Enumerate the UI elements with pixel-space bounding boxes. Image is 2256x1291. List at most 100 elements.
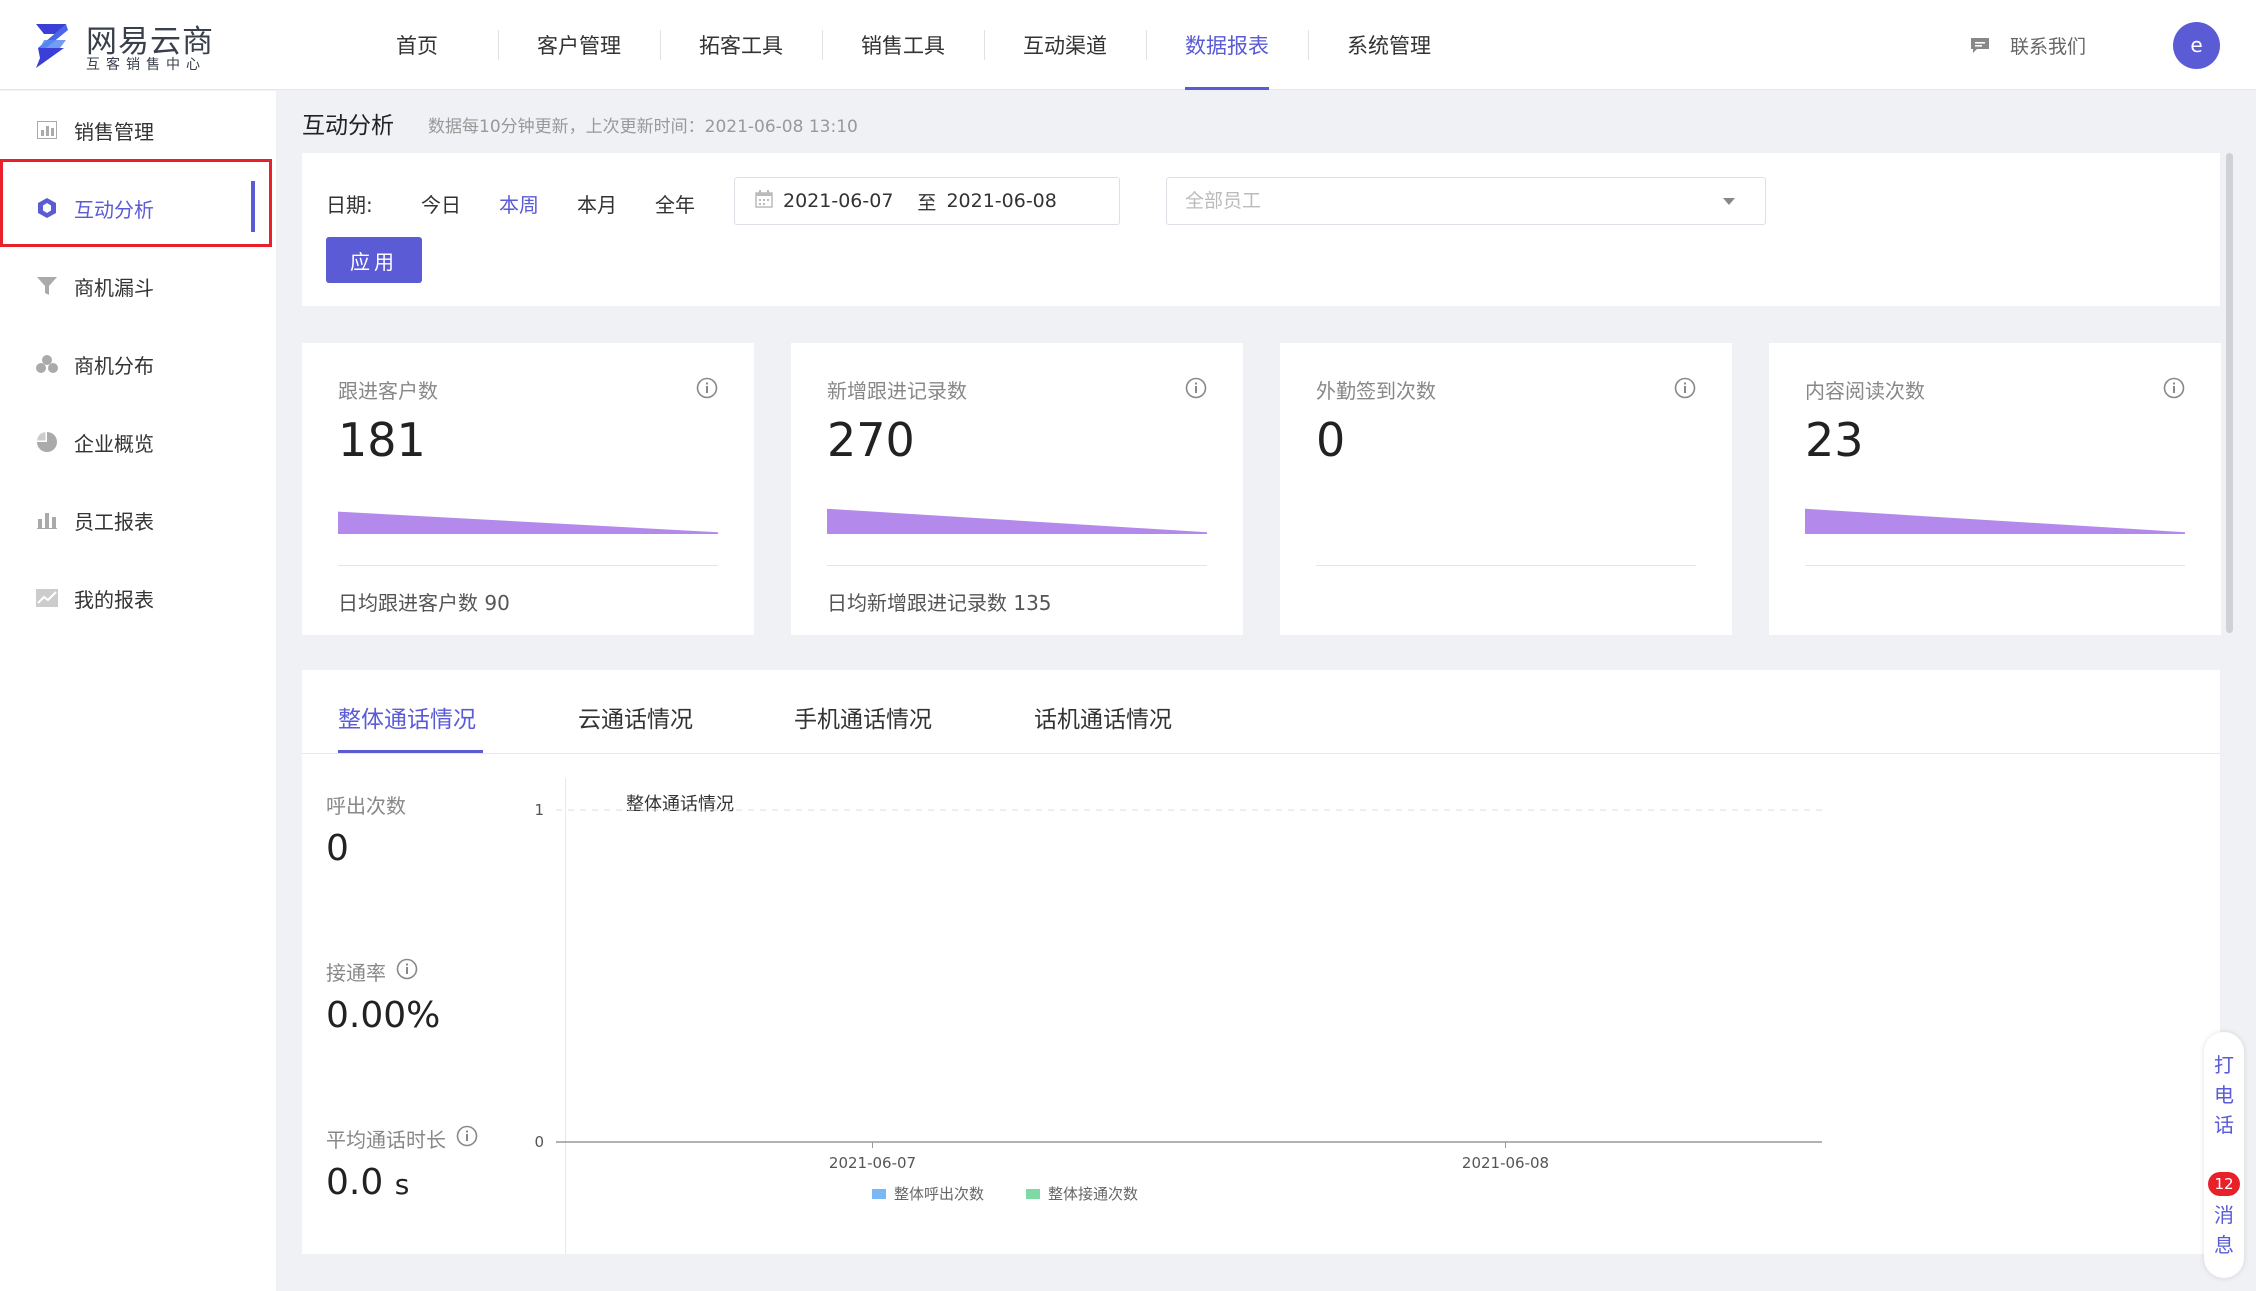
- chevron-down-icon: [1723, 198, 1735, 205]
- sparkline-area: [338, 511, 718, 534]
- legend-label[interactable]: 整体接通次数: [1048, 1185, 1138, 1203]
- call-action[interactable]: 打电话: [2204, 1050, 2244, 1140]
- legend-swatch[interactable]: [872, 1189, 886, 1199]
- cluster-icon: [36, 353, 58, 375]
- kpi-card-content-reads: 内容阅读次数 23: [1769, 343, 2221, 635]
- topnav-prospecting[interactable]: 拓客工具: [660, 0, 822, 90]
- chat-icon: [1970, 37, 1990, 54]
- label-char: 息: [2214, 1233, 2234, 1257]
- scrollbar-thumb[interactable]: [2226, 153, 2233, 633]
- sidebar-item-sales[interactable]: 销售管理: [0, 91, 276, 169]
- funnel-icon: [36, 275, 58, 297]
- sidebar: 销售管理 互动分析 商机漏斗 商机分布 企业概览 员工报表 我的报表: [0, 91, 276, 1291]
- y-tick-label: 0: [534, 1133, 544, 1151]
- kpi-sparkline: [827, 508, 1207, 534]
- sidebar-item-overview[interactable]: 企业概览: [0, 403, 276, 481]
- contact-us-label: 联系我们: [2010, 35, 2087, 58]
- topnav-reports[interactable]: 数据报表: [1146, 0, 1308, 90]
- sidebar-item-label: 企业概览: [74, 431, 154, 456]
- sidebar-item-label: 商机分布: [74, 353, 154, 378]
- sidebar-item-interaction[interactable]: 互动分析: [0, 182, 276, 234]
- kpi-value: 23: [1805, 413, 1864, 467]
- kpi-value: 270: [827, 413, 915, 467]
- kpi-footer: 日均新增跟进记录数 135: [827, 591, 1052, 615]
- y-tick-label: 1: [534, 801, 544, 819]
- date-option-today[interactable]: 今日: [421, 189, 461, 218]
- kpi-divider: [338, 565, 718, 566]
- kpi-divider: [1316, 565, 1696, 566]
- top-bar: 网易云商 互客销售中心 首页 客户管理 拓客工具 销售工具 互动渠道 数据报表 …: [0, 0, 2256, 90]
- topnav-sales-tools[interactable]: 销售工具: [822, 0, 984, 90]
- cube-icon: [36, 197, 58, 219]
- legend-label[interactable]: 整体呼出次数: [894, 1185, 984, 1203]
- kpi-title: 外勤签到次数: [1316, 379, 1436, 403]
- sidebar-item-label: 互动分析: [74, 197, 154, 222]
- date-option-this-week[interactable]: 本周: [499, 189, 539, 218]
- sidebar-active-indicator: [251, 181, 255, 232]
- kpi-card-field-checkins: 外勤签到次数 0: [1280, 343, 1732, 635]
- label-char: 电: [2214, 1083, 2234, 1107]
- brand-subtitle: 互客销售中心: [86, 57, 206, 73]
- date-option-this-year[interactable]: 全年: [655, 189, 695, 218]
- floating-actions: 打电话 12 消息: [2204, 1032, 2244, 1278]
- label-char: 话: [2214, 1113, 2234, 1137]
- apply-button[interactable]: 应用: [326, 237, 422, 283]
- kpi-divider: [1805, 565, 2185, 566]
- sparkline-area: [827, 508, 1207, 534]
- kpi-card-new-followups: 新增跟进记录数 270 日均新增跟进记录数 135: [791, 343, 1243, 635]
- date-range-picker[interactable]: 2021-06-07 至 2021-06-08: [734, 177, 1120, 225]
- bar-chart-icon: [36, 119, 58, 141]
- info-icon[interactable]: [1185, 377, 1207, 403]
- call-stats-panel: 整体通话情况 云通话情况 手机通话情况 话机通话情况 呼出次数 0 接通率 0.…: [302, 670, 2220, 1254]
- sidebar-item-staff-report[interactable]: 员工报表: [0, 481, 276, 559]
- kpi-divider: [827, 565, 1207, 566]
- sidebar-item-label: 我的报表: [74, 587, 154, 612]
- kpi-sparkline: [1316, 498, 1696, 534]
- x-tick-label: 2021-06-08: [1462, 1154, 1549, 1172]
- info-icon[interactable]: [1674, 377, 1696, 403]
- kpi-sparkline: [338, 511, 718, 534]
- update-note: 数据每10分钟更新，上次更新时间：2021-06-08 13:10: [428, 117, 858, 137]
- date-to: 2021-06-08: [946, 190, 1057, 212]
- employee-select-placeholder: 全部员工: [1185, 190, 1262, 212]
- kpi-card-followed-customers: 跟进客户数 181 日均跟进客户数 90: [302, 343, 754, 635]
- topnav-channels[interactable]: 互动渠道: [984, 0, 1146, 90]
- message-action-label: 消息: [2204, 1200, 2244, 1260]
- brand-logo-icon: [36, 24, 68, 68]
- date-label: 日期:: [326, 193, 373, 217]
- kpi-title: 跟进客户数: [338, 379, 438, 403]
- top-nav: 首页 客户管理 拓客工具 销售工具 互动渠道 数据报表 系统管理: [336, 0, 1470, 90]
- line-chart-icon: [36, 587, 58, 609]
- message-action[interactable]: 消息: [2204, 1200, 2244, 1260]
- employee-select[interactable]: 全部员工: [1166, 177, 1766, 225]
- kpi-title: 新增跟进记录数: [827, 379, 967, 403]
- kpi-footer: 日均跟进客户数 90: [338, 591, 510, 615]
- label-char: 打: [2214, 1053, 2234, 1077]
- message-count-badge: 12: [2208, 1172, 2240, 1196]
- brand-logo[interactable]: 网易云商 互客销售中心: [30, 16, 250, 74]
- info-icon[interactable]: [2163, 377, 2185, 403]
- user-avatar[interactable]: e: [2173, 22, 2220, 69]
- page-title: 互动分析: [302, 113, 394, 139]
- kpi-value: 181: [338, 413, 426, 467]
- call-action-label: 打电话: [2204, 1050, 2244, 1140]
- kpi-title: 内容阅读次数: [1805, 379, 1925, 403]
- call-chart: 0 1 2021-06-07 2021-06-08 整体呼出次数 整体接通次数: [534, 801, 1822, 1203]
- kpi-value: 0: [1316, 413, 1346, 467]
- info-icon[interactable]: [696, 377, 718, 403]
- sidebar-item-distribution[interactable]: 商机分布: [0, 325, 276, 403]
- topnav-system[interactable]: 系统管理: [1308, 0, 1470, 90]
- legend-swatch[interactable]: [1026, 1189, 1040, 1199]
- topnav-customer[interactable]: 客户管理: [498, 0, 660, 90]
- contact-us-link[interactable]: 联系我们: [1970, 30, 2086, 60]
- filter-panel: 日期: 今日 本周 本月 全年 2021-06-07 至 2021-06-08 …: [302, 153, 2220, 306]
- pie-icon: [36, 431, 58, 453]
- kpi-sparkline: [1805, 508, 2185, 534]
- bar-chart-icon: [36, 509, 58, 531]
- date-option-this-month[interactable]: 本月: [577, 189, 617, 218]
- sidebar-item-my-report[interactable]: 我的报表: [0, 559, 276, 637]
- topnav-home[interactable]: 首页: [336, 0, 498, 90]
- sidebar-item-funnel[interactable]: 商机漏斗: [0, 247, 276, 325]
- calendar-icon: [755, 189, 773, 213]
- sparkline-area: [1805, 508, 2185, 534]
